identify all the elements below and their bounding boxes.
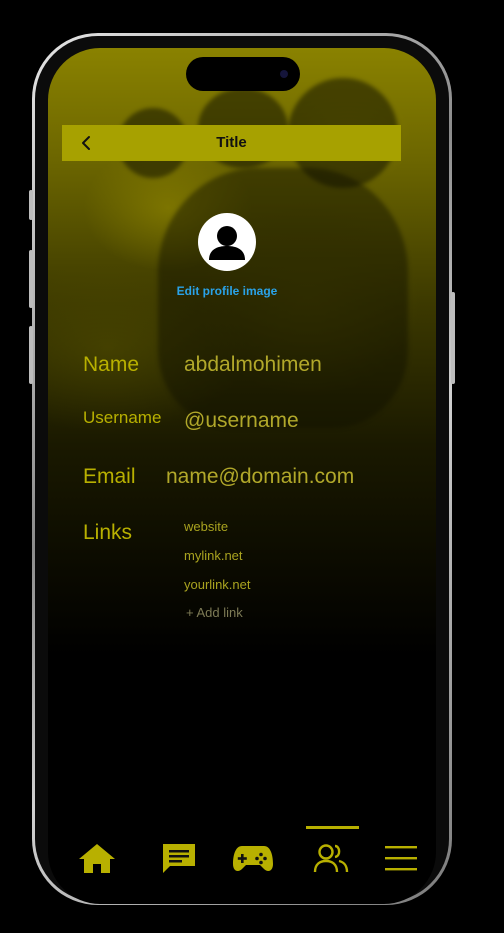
page-title: Title	[216, 134, 247, 151]
dynamic-island	[186, 57, 300, 91]
edit-profile-image-link[interactable]: Edit profile image	[48, 284, 406, 298]
username-value[interactable]: @username	[184, 409, 299, 433]
phone-screen: Title Edit profile image Name abdalmohim…	[48, 48, 436, 904]
person-icon	[209, 226, 245, 260]
menu-icon	[385, 846, 417, 871]
name-label: Name	[83, 353, 140, 376]
avatar[interactable]	[198, 213, 256, 271]
home-icon	[79, 844, 115, 873]
header-bar: Title	[62, 125, 401, 161]
link-item[interactable]: yourlink.net	[184, 577, 250, 592]
name-value[interactable]: abdalmohimen	[184, 353, 322, 377]
tab-home[interactable]	[75, 838, 119, 878]
links-label: Links	[83, 521, 133, 544]
tab-menu[interactable]	[379, 838, 423, 878]
email-value[interactable]: name@domain.com	[166, 465, 354, 489]
tab-chat[interactable]	[157, 838, 201, 878]
link-item[interactable]: mylink.net	[184, 548, 243, 563]
tab-friends[interactable]	[309, 838, 353, 878]
background-figure	[158, 168, 408, 428]
mute-switch	[29, 190, 33, 220]
camera-icon	[280, 70, 288, 78]
friends-icon	[313, 844, 349, 873]
gamepad-icon	[233, 846, 273, 872]
power-button	[451, 292, 455, 384]
volume-down-button	[29, 326, 33, 384]
screenshot-stage: Title Edit profile image Name abdalmohim…	[0, 0, 504, 933]
chat-icon	[163, 844, 195, 873]
tab-games[interactable]	[231, 838, 275, 878]
link-item[interactable]: website	[184, 519, 228, 534]
add-link-button[interactable]: + Add link	[186, 605, 243, 620]
username-label: Username	[83, 408, 162, 427]
email-label: Email	[83, 465, 136, 488]
active-tab-indicator	[306, 826, 359, 829]
volume-up-button	[29, 250, 33, 308]
